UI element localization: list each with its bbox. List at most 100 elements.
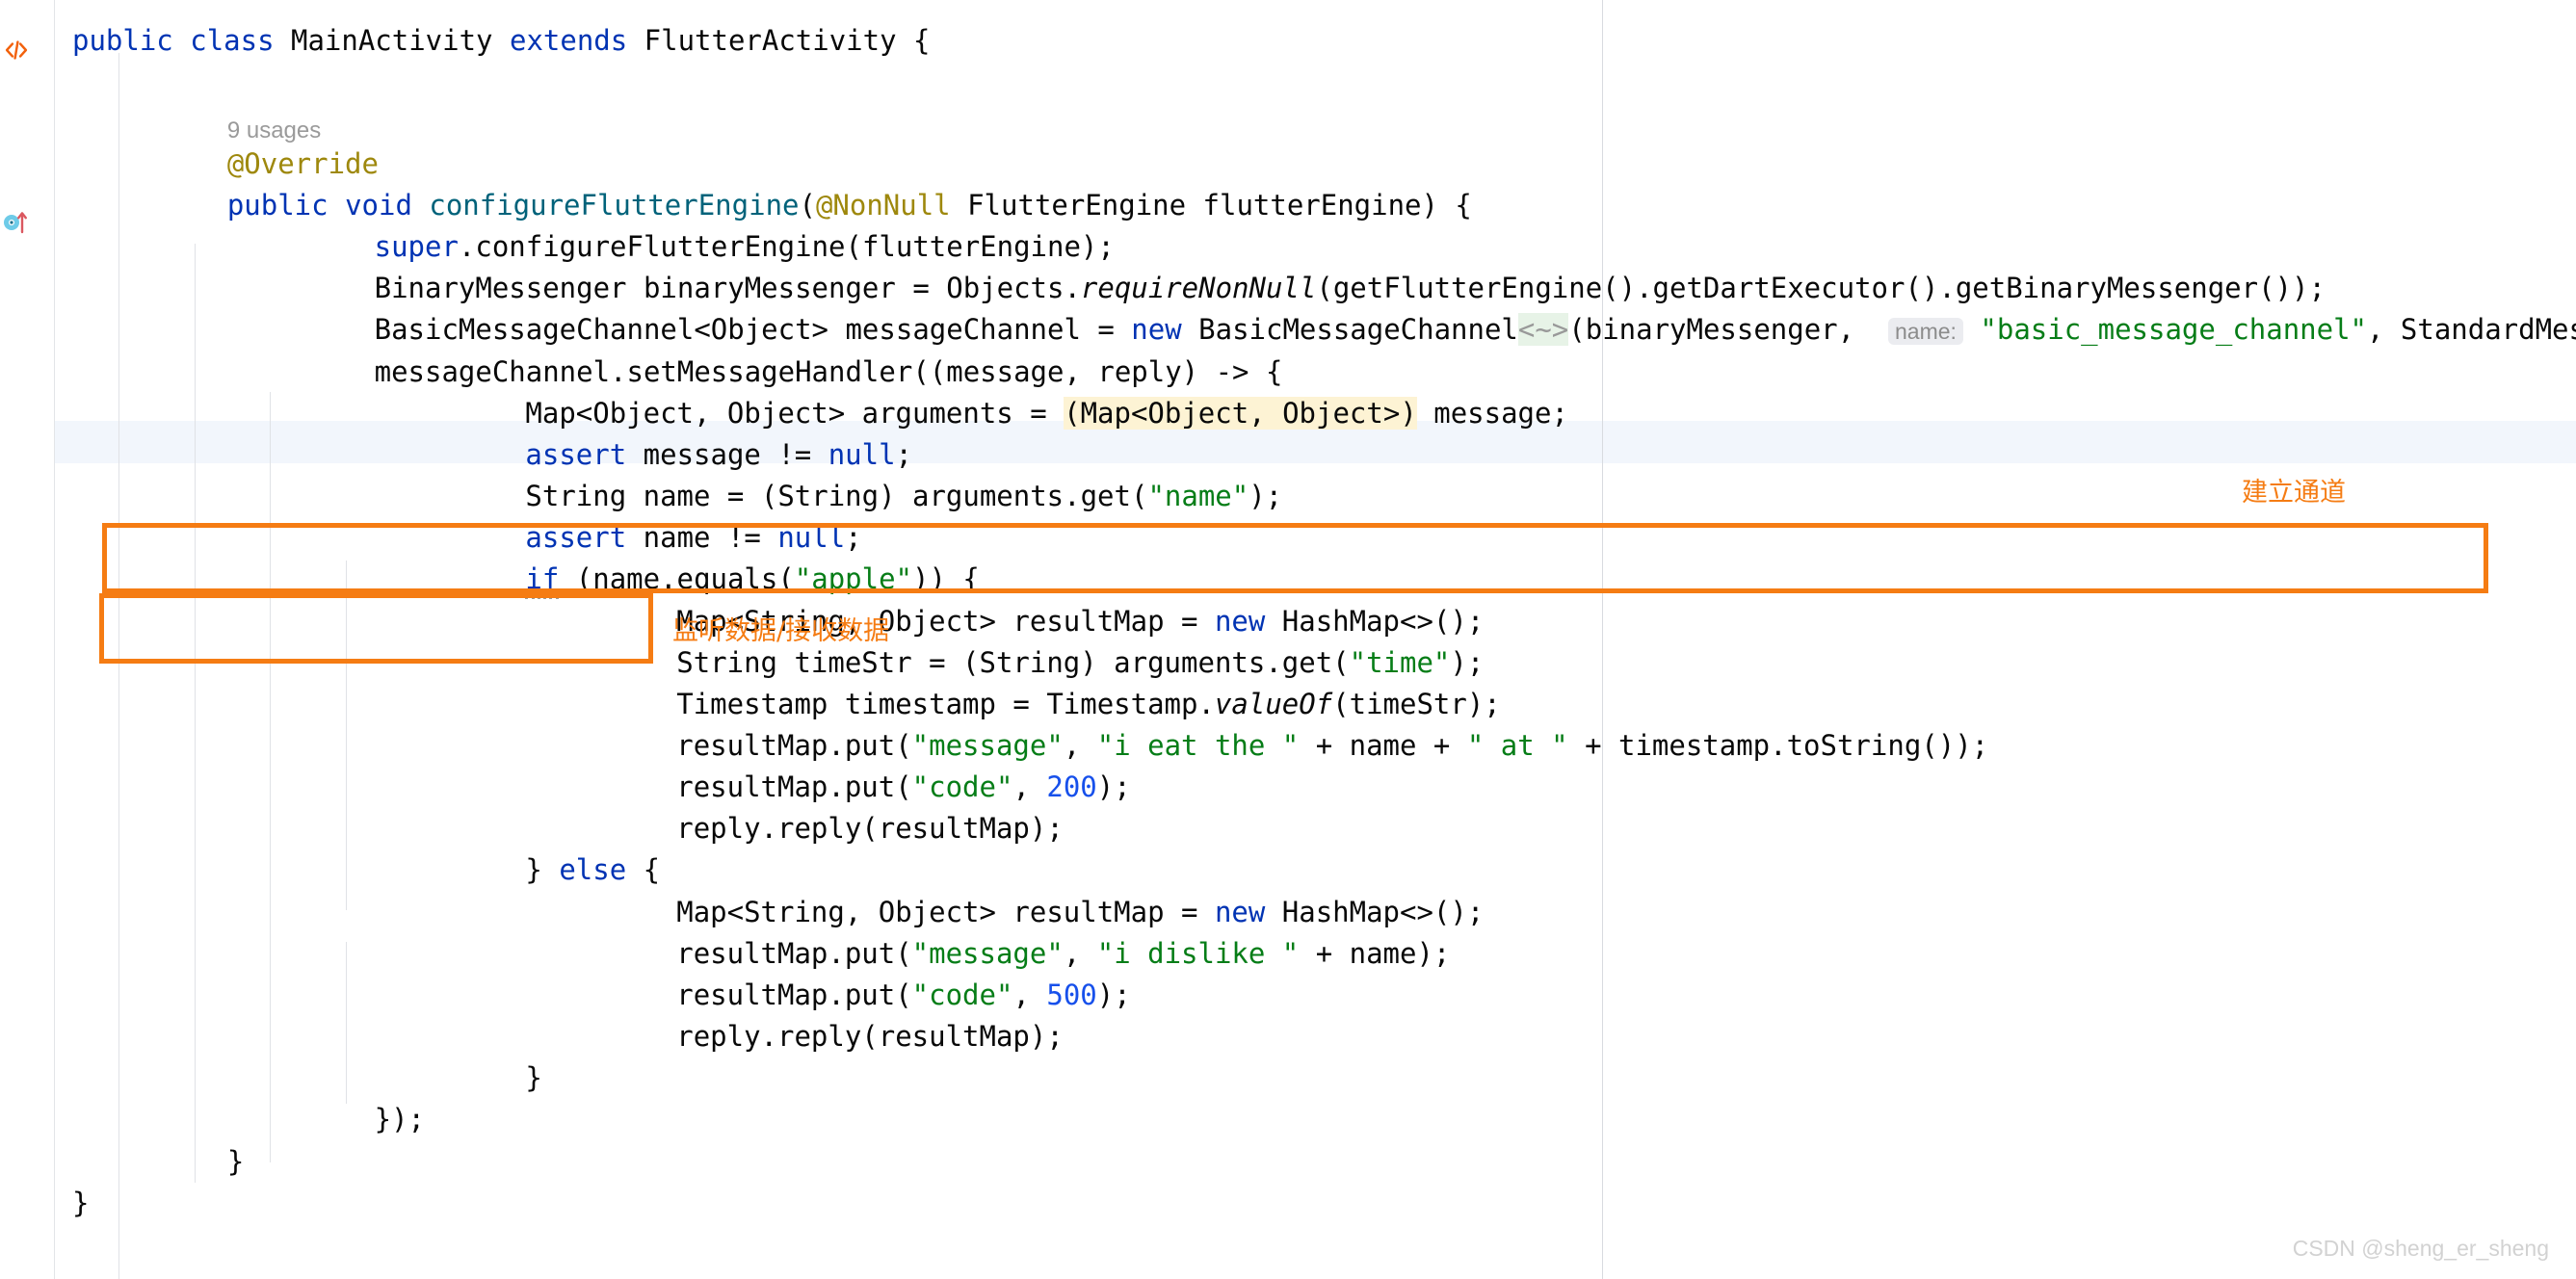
editor-gutter [0,0,55,1279]
code-token: "i eat the " [1096,728,1300,762]
code-line[interactable]: public void configureFlutterEngine(@NonN… [227,184,1472,226]
code-line[interactable]: resultMap.put("message", "i eat the " + … [676,724,1988,767]
code-token: if [525,562,560,600]
code-token: "name" [1147,480,1249,513]
code-line[interactable]: BinaryMessenger binaryMessenger = Object… [375,267,2326,309]
code-line[interactable]: resultMap.put("code", 200); [676,766,1130,808]
code-token: new [1131,313,1182,347]
code-token: "message" [911,728,1064,762]
code-token: requireNonNull [1080,272,1317,305]
code-token: name != [626,521,778,555]
code-token: "message" [911,936,1064,970]
code-token: , [1063,936,1097,970]
code-token: } [72,1186,90,1219]
code-token: reply.reply(resultMap); [676,1020,1064,1054]
code-token: Map<String, Object> resultMap = [676,895,1215,928]
code-token: BasicMessageChannel<Object> messageChann… [374,313,1132,347]
code-line[interactable]: Map<String, Object> resultMap = new Hash… [676,891,1484,933]
code-token: message; [1416,396,1568,430]
code-line[interactable]: } [227,1140,244,1183]
code-token: messageChannel.setMessageHandler((messag… [374,354,1283,388]
code-token: super [374,230,459,264]
code-line[interactable]: messageChannel.setMessageHandler((messag… [375,351,1283,393]
code-line[interactable]: } [72,1182,89,1224]
code-token: assert [525,437,627,471]
code-token: extends [509,23,628,57]
code-token: 500 [1046,978,1097,1011]
code-token: ; [845,521,862,555]
code-line[interactable]: reply.reply(resultMap); [676,1015,1064,1057]
code-line[interactable]: assert name != null; [525,516,861,559]
code-line[interactable]: String timeStr = (String) arguments.get(… [676,641,1484,684]
code-token: 200 [1046,770,1097,804]
code-token: ); [1096,770,1131,804]
code-token: new [1214,895,1266,928]
code-line[interactable]: assert message != null; [525,433,912,476]
code-token: void [345,188,412,222]
code-token: FlutterEngine flutterEngine) { [950,188,1472,222]
code-content-area[interactable]: public class MainActivity extends Flutte… [55,0,2576,1279]
code-token: assert [525,521,627,555]
code-token: ); [1450,645,1485,679]
override-method-icon[interactable] [2,205,35,238]
code-token: message != [626,437,828,471]
code-token: name: [1888,318,1963,346]
code-token: , [1012,978,1047,1011]
indent-guide [270,392,271,1162]
code-token: resultMap.put( [676,978,912,1011]
code-line[interactable]: } else { [525,848,660,891]
code-token: (name.equals( [559,562,795,596]
code-token: (getFlutterEngine().getDartExecutor().ge… [1316,272,2326,305]
code-token: Map<Object, Object> arguments = [525,396,1065,430]
code-token: public [72,23,173,57]
code-line[interactable]: BasicMessageChannel<Object> messageChann… [375,308,2576,351]
code-token: class [190,23,275,57]
code-line[interactable]: Timestamp timestamp = Timestamp.valueOf(… [676,683,1501,725]
code-token: String timeStr = (String) arguments.get( [676,645,1350,679]
code-token: resultMap.put( [676,936,912,970]
code-token: "basic_message_channel" [1980,313,2367,347]
code-token: (Map<Object, Object>) [1064,396,1417,430]
code-line[interactable]: } [525,1057,541,1099]
code-token: ); [1249,480,1283,513]
code-token: public [226,188,329,222]
code-line[interactable]: }); [375,1098,425,1140]
code-line[interactable]: public class MainActivity extends Flutte… [72,19,930,62]
code-token: FlutterActivity { [627,23,931,57]
code-token: resultMap.put( [676,728,912,762]
code-token: valueOf [1214,687,1333,720]
code-token: reply.reply(resultMap); [676,812,1064,846]
code-token: String name = (String) arguments.get( [525,480,1148,513]
code-token: resultMap.put( [676,770,912,804]
code-token: "code" [911,770,1013,804]
code-token: + timestamp.toString()); [1567,728,1989,762]
code-line[interactable]: resultMap.put("message", "i dislike " + … [676,932,1450,975]
code-token: , StandardMessageCodec. [2367,313,2576,347]
code-line[interactable]: resultMap.put("code", 500); [676,974,1130,1016]
note-listen-receive: 监听数据/接收数据 [672,616,890,647]
code-token: HashMap<>(); [1265,895,1485,928]
code-token: (binaryMessenger, [1568,313,1889,347]
code-token: , [1063,728,1097,762]
code-token: @NonNull [815,188,951,222]
code-token: "time" [1349,645,1451,679]
code-token: @Override [226,146,379,180]
code-line[interactable]: super.configureFlutterEngine(flutterEngi… [375,225,1115,268]
code-line[interactable]: String name = (String) arguments.get("na… [525,475,1282,517]
code-line[interactable]: Map<Object, Object> arguments = (Map<Obj… [525,392,1568,434]
code-token: new [1214,604,1266,638]
indent-guide [346,942,347,1104]
code-line[interactable]: if (name.equals("apple")) { [525,558,980,600]
code-token: } [226,1144,245,1178]
csdn-watermark: CSDN @sheng_er_sheng [2292,1236,2549,1261]
code-fragment-icon[interactable] [0,34,33,66]
code-token: MainActivity [274,23,510,57]
note-establish-channel: 建立通道 [2242,478,2346,508]
code-line[interactable]: reply.reply(resultMap); [676,807,1064,849]
code-token: "i dislike " [1096,936,1300,970]
code-line[interactable]: @Override [227,143,379,185]
